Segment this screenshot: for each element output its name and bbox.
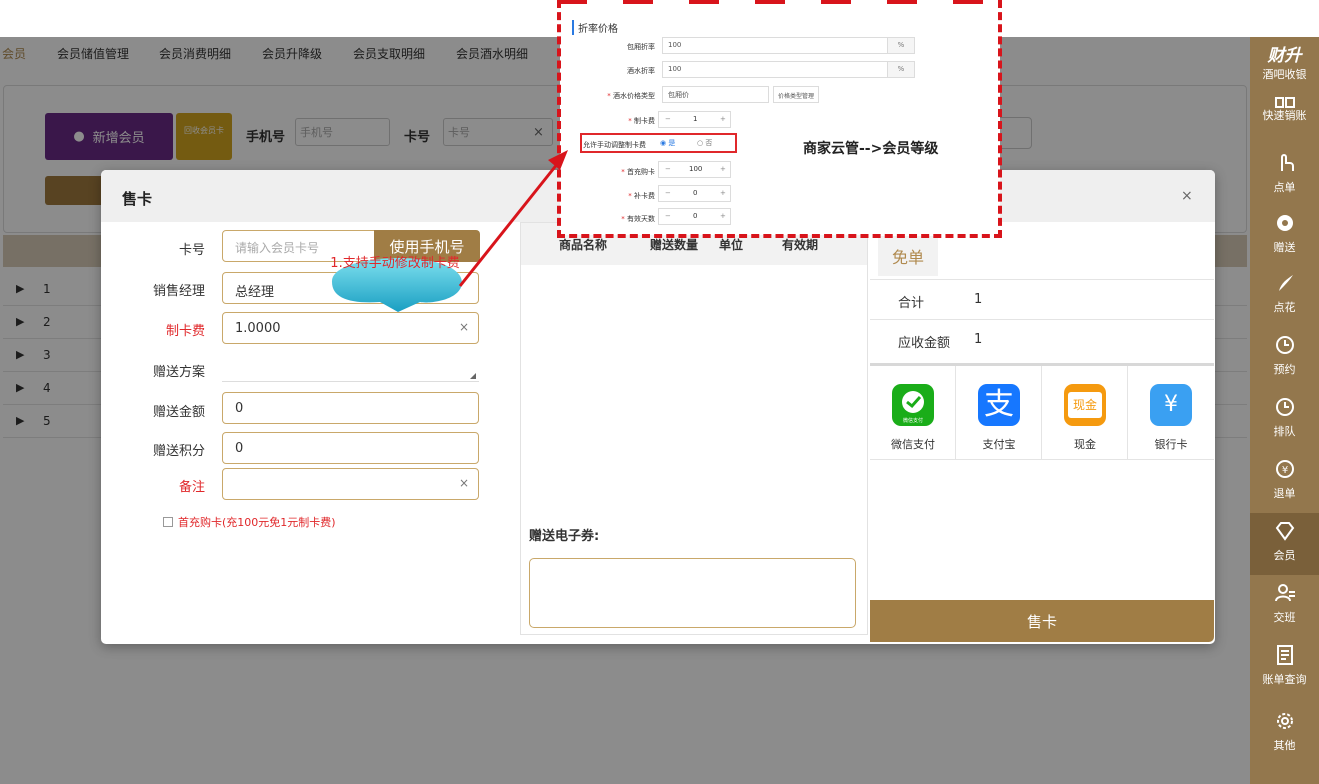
sell-card-modal: 售卡 × 卡号 请输入会员卡号 使用手机号 销售经理 总经理 制卡费 1.000… xyxy=(101,170,1215,644)
sales-manager-label: 销售经理 xyxy=(152,284,205,299)
brand-subtitle: 酒吧收银 xyxy=(1262,68,1307,81)
sidebar-item-gift[interactable]: 赠送 xyxy=(1250,205,1319,267)
right-sidebar: 财升 酒吧收银 快速销账 点单 赠送 点花 预约 排队 ¥ 退单 会员 交班 账… xyxy=(1250,37,1319,784)
remark-label: 备注 xyxy=(178,480,205,495)
price-type-label: 酒水价格类型 xyxy=(613,92,655,100)
card-fee-input[interactable]: 1.0000 xyxy=(222,312,479,344)
total-value: 1 xyxy=(974,292,983,307)
percent-suffix: % xyxy=(887,61,915,78)
price-type-select[interactable]: 包厢价 xyxy=(662,86,769,103)
brand-logo: 财升 xyxy=(1267,46,1302,66)
modal-title: 售卡 xyxy=(122,190,153,208)
clock-icon xyxy=(1275,336,1294,354)
first-charge-stepper[interactable]: − 100 + xyxy=(658,161,731,178)
sidebar-item-bill-query[interactable]: 账单查询 xyxy=(1250,637,1319,699)
sidebar-item-refund[interactable]: ¥ 退单 xyxy=(1250,451,1319,513)
first-charge-checkbox[interactable]: 首充购卡(充100元免1元制卡费) xyxy=(163,514,336,530)
due-value: 1 xyxy=(974,332,983,347)
radio-yes[interactable]: ◉ 是 xyxy=(660,138,675,148)
document-icon xyxy=(1276,645,1293,665)
room-discount-label: 包厢折率 xyxy=(627,43,655,51)
dropdown-triangle-icon xyxy=(470,373,476,379)
percent-suffix: % xyxy=(887,37,915,54)
pay-wechat[interactable]: 微信支付 微信支付 xyxy=(870,366,956,460)
price-type-manage-button[interactable]: 价格类型管理 xyxy=(773,86,820,103)
column-goods-name: 商品名称 xyxy=(559,238,608,252)
ecoupon-label: 赠送电子券: xyxy=(529,529,600,544)
sidebar-item-quick-settle[interactable]: 快速销账 xyxy=(1250,89,1319,151)
column-validity: 有效期 xyxy=(782,238,819,252)
due-label: 应收金额 xyxy=(898,336,951,351)
checkbox-icon[interactable] xyxy=(163,517,173,527)
total-row: 合计 1 xyxy=(870,279,1214,319)
gift-icon xyxy=(1276,215,1293,231)
svg-text:微信支付: 微信支付 xyxy=(903,417,923,424)
pay-cash[interactable]: 现金 现金 xyxy=(1042,366,1128,460)
pay-alipay[interactable]: 支 支付宝 xyxy=(956,366,1042,460)
settings-path-note: 商家云管-->会员等级 xyxy=(803,141,939,157)
reissue-fee-stepper[interactable]: − 0 + xyxy=(658,185,731,202)
user-handover-icon xyxy=(1274,584,1295,602)
diamond-icon xyxy=(1275,522,1294,541)
drink-discount-input[interactable]: 100 xyxy=(662,61,888,78)
card-fee-label: 制卡费 xyxy=(165,324,205,339)
clock-icon xyxy=(1275,398,1294,416)
callout-text: 1.支持手动修改制卡费 xyxy=(330,256,460,271)
close-icon[interactable]: × xyxy=(1181,188,1193,204)
ecoupon-box[interactable] xyxy=(529,558,856,628)
sidebar-item-other[interactable]: 其他 xyxy=(1250,703,1319,765)
svg-text:¥: ¥ xyxy=(1281,465,1287,476)
hand-pointer-icon xyxy=(1280,154,1294,171)
clear-icon[interactable]: × xyxy=(459,320,469,334)
gift-goods-panel: 商品名称 赠送数量 单位 有效期 赠送电子券: xyxy=(520,222,868,635)
valid-days-label: 有效天数 xyxy=(627,215,655,223)
checkout-panel: 免单 合计 1 应收金额 1 微信支付 微信支付 支 支付宝 现金 现金 ¥ 银… xyxy=(870,222,1214,600)
bank-card-icon: ¥ xyxy=(1150,384,1192,426)
valid-days-stepper[interactable]: − 0 + xyxy=(658,208,731,225)
pay-bank-card[interactable]: ¥ 银行卡 xyxy=(1128,366,1214,460)
alipay-icon: 支 xyxy=(978,384,1020,426)
wechat-pay-icon: 微信支付 xyxy=(892,384,934,426)
gear-icon xyxy=(1276,713,1293,729)
yen-coin-icon: ¥ xyxy=(1275,460,1294,478)
card-fee-stepper[interactable]: − 1 + xyxy=(658,111,731,128)
room-discount-input[interactable]: 100 xyxy=(662,37,888,54)
gift-points-label: 赠送积分 xyxy=(152,444,205,459)
sidebar-item-reserve[interactable]: 预约 xyxy=(1250,327,1319,389)
annotation-dashed-frame-top xyxy=(557,0,1002,4)
reissue-fee-label: 补卡费 xyxy=(634,192,655,200)
card-fee-setting-label: 制卡费 xyxy=(634,117,655,125)
cash-icon: 现金 xyxy=(1064,384,1106,426)
sidebar-item-flower[interactable]: 点花 xyxy=(1250,265,1319,327)
remark-input[interactable] xyxy=(222,468,479,500)
flower-icon xyxy=(1278,275,1293,291)
drink-discount-label: 酒水折率 xyxy=(627,67,655,75)
gift-amount-label: 赠送金额 xyxy=(152,405,205,420)
gift-plan-label: 赠送方案 xyxy=(152,365,205,380)
sell-card-button[interactable]: 售卡 xyxy=(870,600,1214,642)
column-gift-qty: 赠送数量 xyxy=(650,238,699,252)
gift-plan-select[interactable] xyxy=(222,364,479,382)
sales-manager-select[interactable]: 总经理 xyxy=(222,272,479,304)
allow-adjust-fee-label: 允许手动调整制卡费 xyxy=(583,141,646,149)
settings-section-title: 折率价格 xyxy=(572,20,618,35)
total-label: 合计 xyxy=(898,296,925,311)
column-unit: 单位 xyxy=(719,238,744,252)
gift-amount-input[interactable]: 0 xyxy=(222,392,479,424)
gift-points-input[interactable]: 0 xyxy=(222,432,479,464)
free-order-button[interactable]: 免单 xyxy=(878,236,938,276)
first-charge-setting-label: 首充购卡 xyxy=(627,168,655,176)
amount-due-row: 应收金额 1 xyxy=(870,319,1214,359)
sidebar-item-queue[interactable]: 排队 xyxy=(1250,389,1319,451)
clear-icon[interactable]: × xyxy=(459,476,469,490)
card-no-label: 卡号 xyxy=(178,243,205,258)
radio-no[interactable]: ○ 否 xyxy=(697,138,712,148)
sidebar-item-shift[interactable]: 交班 xyxy=(1250,575,1319,637)
sidebar-item-member[interactable]: 会员 xyxy=(1250,513,1319,575)
sidebar-item-order[interactable]: 点单 xyxy=(1250,145,1319,207)
